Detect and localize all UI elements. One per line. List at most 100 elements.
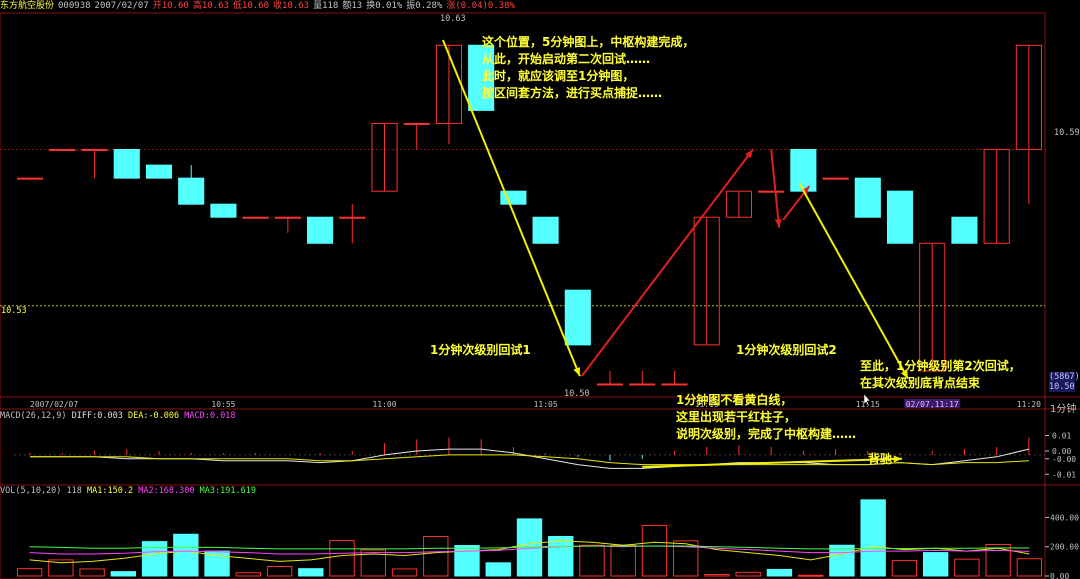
annotation-retest-1: 1分钟次级别回试1 bbox=[430, 343, 531, 357]
volume-bar bbox=[891, 560, 918, 577]
volume-value: 量118 bbox=[313, 1, 339, 11]
time-label: 11:05 bbox=[534, 400, 558, 409]
volume-bar bbox=[204, 550, 230, 577]
candle-body bbox=[564, 289, 591, 346]
high-price: 高10.63 bbox=[192, 1, 229, 11]
annotation-line: 在其次级别底背点结束 bbox=[860, 376, 981, 390]
vol-tick-label: 400.00 bbox=[1050, 513, 1079, 522]
cursor-box-bottom: 10.50 bbox=[1049, 382, 1075, 392]
annotation-line: 从此，开始启动第二次回试…… bbox=[482, 52, 651, 66]
annotation-line: 按区间套方法，进行买点捕捉…… bbox=[482, 86, 663, 100]
volume-bar bbox=[1016, 558, 1043, 577]
time-label: 11:20 bbox=[1017, 400, 1041, 409]
open-price: 开10.60 bbox=[152, 1, 189, 11]
close-price: 收10.63 bbox=[273, 1, 310, 11]
candle-body bbox=[81, 148, 108, 151]
volume-bar bbox=[423, 535, 449, 577]
candle-body bbox=[242, 216, 269, 219]
volume-bar bbox=[391, 568, 418, 577]
candle-body bbox=[854, 177, 881, 218]
chart-stage: 2007/02/0710:5511:0011:0511:1011:1502/07… bbox=[0, 0, 1080, 579]
volume-bar bbox=[298, 568, 324, 577]
quote-header: 东方航空股份 000938 2007/02/07 开10.60 高10.63 低10.60… bbox=[0, 0, 519, 12]
time-label: 02/07,11:17 bbox=[906, 400, 959, 409]
vol-ma3: MA3:191.619 bbox=[199, 486, 256, 496]
candle-body bbox=[178, 177, 205, 205]
macd-tick-label: 0.01 bbox=[1052, 432, 1071, 441]
annotation-line: 此时，就应该调至1分钟图， bbox=[482, 69, 635, 83]
annotation-line: 这里出现若干红柱子， bbox=[676, 410, 797, 424]
candle-body bbox=[822, 177, 849, 180]
volume-bar bbox=[266, 565, 293, 577]
price-label-high: 10.59 bbox=[1054, 128, 1080, 138]
volume-bar bbox=[922, 552, 949, 577]
arrow-rally bbox=[581, 148, 754, 377]
candle-body bbox=[629, 383, 656, 386]
volume-bar bbox=[173, 533, 199, 577]
amplitude-value: 振0.28% bbox=[406, 1, 443, 11]
annotation-divergence: 背驰 bbox=[868, 452, 893, 466]
macd-tick-label: -0.01 bbox=[1052, 470, 1076, 479]
volume-bar bbox=[548, 535, 574, 577]
vol-params: VOL(5,10,20) bbox=[0, 486, 62, 496]
candle-body bbox=[951, 216, 978, 244]
volume-bar bbox=[641, 524, 668, 577]
annotation-macd-note: 1分钟图不看黄白线， 这里出现若干红柱子， 说明次级别，完成了中枢构建…… bbox=[676, 392, 856, 443]
time-label: 11:00 bbox=[372, 400, 396, 409]
candle-body bbox=[886, 190, 914, 244]
turnover-value: 换0.01% bbox=[366, 1, 403, 11]
candle-body bbox=[17, 177, 44, 180]
vol-legend: VOL(5,10,20) 118 MA1:150.2 MA2:168.300 M… bbox=[0, 486, 256, 496]
volume-bar bbox=[829, 544, 855, 577]
candle-body bbox=[596, 383, 624, 386]
candle-body bbox=[145, 164, 173, 179]
candle-body bbox=[307, 216, 334, 244]
period-label[interactable]: 1分钟 bbox=[1050, 400, 1076, 415]
candle-body bbox=[274, 216, 301, 219]
vol-tick-label: 200.00 bbox=[1050, 543, 1079, 552]
volume-bar bbox=[954, 558, 980, 577]
volume-bar bbox=[860, 499, 886, 577]
macd-params: MACD(26,12,9) bbox=[0, 411, 67, 421]
stock-name: 东方航空股份 bbox=[0, 1, 55, 11]
time-label: 10:55 bbox=[211, 400, 235, 409]
macd-diff: DIFF:0.003 bbox=[71, 411, 123, 421]
vol-tick-label: 0.00 bbox=[1050, 572, 1069, 579]
annotation-retest-2: 1分钟次级别回试2 bbox=[736, 343, 837, 357]
low-price: 低10.60 bbox=[232, 1, 269, 11]
candle-body bbox=[339, 216, 366, 219]
volume-bar bbox=[766, 568, 793, 577]
candle-body bbox=[210, 203, 237, 218]
annotation-line: 1分钟图不看黄白线， bbox=[676, 393, 793, 407]
volume-bar bbox=[141, 541, 168, 577]
price-label-top: 10.63 bbox=[440, 14, 466, 24]
arrow-retest-1-head bbox=[573, 367, 580, 377]
macd-dea: DEA:-0.006 bbox=[127, 411, 180, 421]
candle-body bbox=[532, 216, 559, 244]
stock-code: 000938 bbox=[58, 1, 91, 11]
price-label-low: 10.50 bbox=[564, 389, 590, 399]
volume-bar bbox=[110, 571, 137, 577]
amount-value: 额13 bbox=[342, 1, 363, 11]
time-label: 2007/02/07 bbox=[30, 400, 78, 409]
arrow-divergence bbox=[642, 457, 903, 468]
candle-body bbox=[790, 148, 817, 192]
volume-bar bbox=[735, 571, 761, 577]
macd-tick-label: -0.00 bbox=[1052, 455, 1076, 464]
volume-bar bbox=[235, 572, 262, 577]
cursor-box-top: (5867) bbox=[1049, 372, 1080, 382]
volume-bar bbox=[454, 545, 480, 577]
annotation-line: 这个位置，5分钟图上，中枢构建完成， bbox=[482, 35, 695, 49]
volume-bar bbox=[16, 568, 43, 577]
macd-legend: MACD(26,12,9) DIFF:0.003 DEA:-0.006 MACD… bbox=[0, 411, 235, 421]
vol-ma1: MA1:150.2 bbox=[87, 486, 134, 496]
volume-bar bbox=[610, 544, 636, 577]
volume-bar bbox=[329, 540, 355, 577]
annotation-end: 至此，1分钟级别第2次回试， 在其次级别底背点结束 bbox=[860, 358, 1021, 392]
candle-body bbox=[113, 148, 140, 179]
change-value: 涨(0.04)0.38% bbox=[446, 1, 515, 11]
vol-ma2: MA2:168.300 bbox=[138, 486, 195, 496]
annotation-top: 这个位置，5分钟图上，中枢构建完成， 从此，开始启动第二次回试…… 此时，就应该… bbox=[482, 34, 694, 102]
candle-body bbox=[758, 190, 785, 193]
volume-bar bbox=[797, 574, 824, 577]
